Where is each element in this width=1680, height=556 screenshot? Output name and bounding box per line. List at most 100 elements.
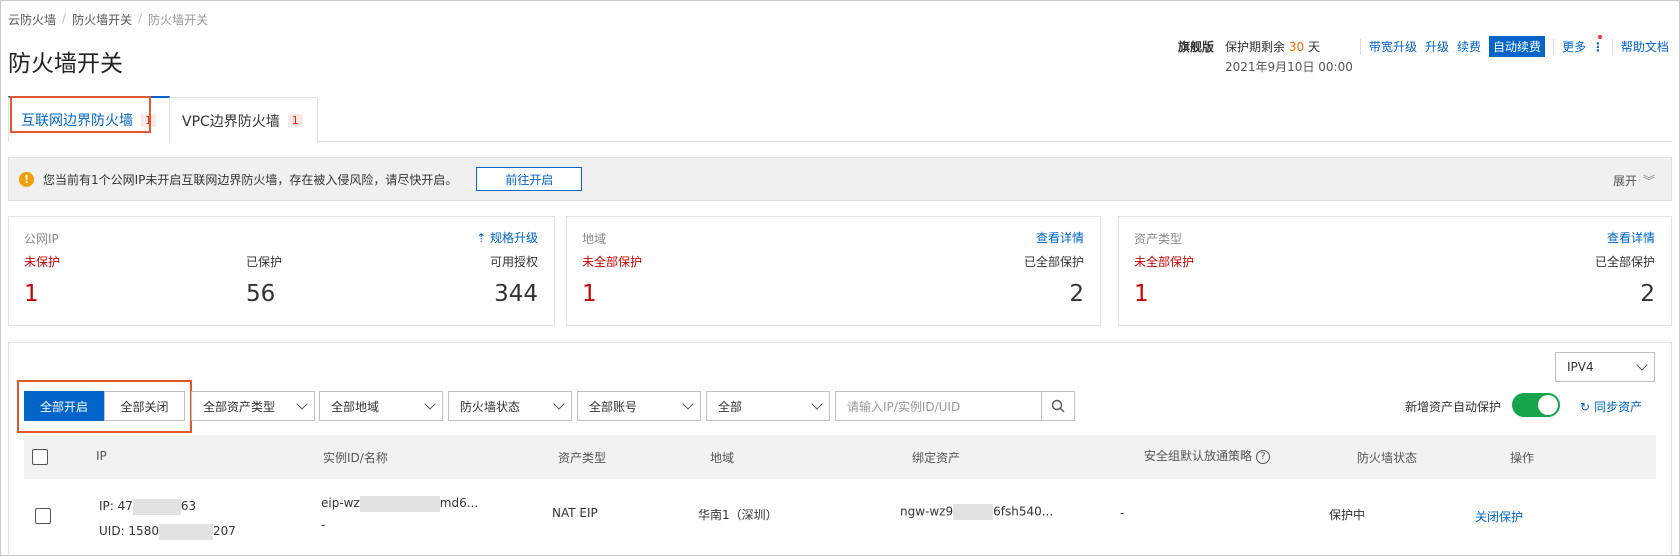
warning-notice: ! 您当前有1个公网IP未开启互联网边界防火墙，存在被入侵风险，请尽快开启。 前… [8, 157, 1672, 201]
sg-policy-label: 安全组默认放通策略 [1144, 449, 1253, 463]
tab-badge: 1 [287, 114, 303, 127]
spec-upgrade-label: 规格升级 [489, 231, 538, 245]
divider [1611, 38, 1613, 55]
col-sg-policy: 安全组默认放通策略? [1144, 447, 1271, 464]
col-bound-asset: 绑定资产 [912, 451, 961, 465]
divider [1553, 38, 1555, 55]
account-filter[interactable]: 全部账号 [577, 391, 701, 421]
filter-value: 全部账号 [589, 399, 638, 414]
enable-all-button[interactable]: 全部开启 [24, 391, 104, 421]
card-region: 地域 查看详情 未全部保护 1 已全部保护 2 [566, 216, 1101, 326]
help-doc-link[interactable]: 帮助文档 [1621, 38, 1669, 55]
uid-prefix: UID: 1580 [99, 524, 159, 538]
breadcrumb-separator: / [138, 11, 143, 25]
all-protected-count: 2 [1640, 281, 1655, 307]
toggle-knob [1538, 395, 1558, 415]
available-license-count: 344 [494, 281, 538, 307]
sync-label: 同步资产 [1594, 400, 1643, 414]
row-checkbox[interactable] [35, 508, 51, 524]
refresh-icon: ↻ [1580, 399, 1591, 414]
protect-days: 30 [1288, 40, 1305, 54]
not-all-protected-label: 未全部保护 [582, 255, 643, 269]
row-instance: eip-wz md6... - [321, 492, 478, 536]
masked-value [132, 498, 181, 515]
ip-suffix: 63 [180, 499, 197, 513]
card-title: 资产类型 [1134, 232, 1183, 246]
chevron-down-icon [424, 398, 436, 410]
instance-prefix: eip-wz [321, 496, 360, 510]
more-dots-icon: ⋮ [1591, 40, 1604, 54]
not-all-protected-count[interactable]: 1 [1134, 281, 1149, 307]
header-links: 带宽升级 升级 续费 自动续费 更多 ⋮ 帮助文档 [1360, 35, 1669, 57]
double-chevron-down-icon: ︾ [1642, 174, 1655, 188]
tab-vpc-firewall[interactable]: VPC边界防火墙 1 [170, 97, 318, 143]
bound-suffix: 6fsh540... [993, 504, 1054, 519]
breadcrumb-item-firewall[interactable]: 云防火墙 [8, 11, 56, 28]
ip-version-select[interactable]: IPV4 [1555, 352, 1655, 382]
not-all-protected-label: 未全部保护 [1134, 255, 1195, 269]
renew-link[interactable]: 续费 [1457, 38, 1481, 55]
view-details-link[interactable]: 查看详情 [1036, 229, 1084, 246]
search-field-select[interactable]: 全部 [706, 391, 830, 421]
chevron-down-icon [296, 398, 308, 410]
bandwidth-upgrade-link[interactable]: 带宽升级 [1369, 38, 1417, 55]
expand-toggle[interactable]: 展开 ︾ [1613, 172, 1655, 189]
disable-protection-link[interactable]: 关闭保护 [1475, 508, 1523, 525]
select-all-checkbox[interactable] [32, 449, 48, 465]
masked-value [359, 495, 440, 512]
help-icon[interactable]: ? [1256, 449, 1271, 464]
available-license-label: 可用授权 [489, 255, 538, 269]
all-protected-count: 2 [1069, 281, 1084, 307]
row-bound-asset: ngw-wz9 6fsh540... [900, 504, 1053, 520]
upload-icon: ⇡ [476, 231, 487, 245]
view-details-link[interactable]: 查看详情 [1607, 229, 1655, 246]
divider [1360, 38, 1361, 55]
row-firewall-status: 保护中 [1329, 508, 1366, 522]
auto-protect-toggle[interactable] [1512, 393, 1560, 417]
chevron-down-icon [553, 398, 565, 410]
breadcrumb-item-current: 防火墙开关 [148, 13, 209, 27]
card-title: 地域 [582, 232, 607, 246]
table-header: IP 实例ID/名称 资产类型 地域 绑定资产 安全组默认放通策略? 防火墙状态… [24, 435, 1656, 479]
breadcrumb-separator: / [62, 11, 67, 25]
expand-label: 展开 [1612, 174, 1637, 188]
card-asset-type: 资产类型 查看详情 未全部保护 1 已全部保护 2 [1118, 216, 1672, 326]
sync-assets-link[interactable]: ↻ 同步资产 [1580, 398, 1642, 415]
upgrade-link[interactable]: 升级 [1425, 38, 1449, 55]
tab-label: VPC边界防火墙 [182, 113, 280, 130]
go-enable-button[interactable]: 前往开启 [476, 167, 583, 191]
all-protected-label: 已全部保护 [1594, 255, 1655, 269]
col-firewall-status: 防火墙状态 [1357, 451, 1418, 465]
uid-suffix: 207 [212, 524, 236, 538]
row-region: 华南1（深圳） [698, 508, 778, 522]
unprotected-count[interactable]: 1 [24, 281, 39, 307]
region-filter[interactable]: 全部地域 [319, 391, 443, 421]
more-menu[interactable]: 更多 ⋮ [1562, 35, 1604, 55]
not-all-protected-count[interactable]: 1 [582, 281, 597, 307]
instance-name: - [321, 518, 326, 532]
table-row: IP: 47 63 UID: 1580 207 eip-wz md6... - NAT… [24, 480, 1656, 556]
firewall-status-filter[interactable]: 防火墙状态 [448, 391, 572, 421]
auto-renew-button[interactable]: 自动续费 [1489, 36, 1546, 57]
col-ip: IP [96, 449, 107, 463]
col-asset-type: 资产类型 [558, 451, 607, 465]
row-ip: IP: 47 63 UID: 1580 207 [99, 494, 236, 544]
protected-label: 已保护 [246, 255, 283, 269]
spec-upgrade-link[interactable]: ⇡ 规格升级 [476, 229, 538, 246]
breadcrumb-item-switch[interactable]: 防火墙开关 [72, 11, 132, 28]
filter-value: 防火墙状态 [460, 399, 521, 414]
search-input[interactable]: 请输入IP/实例ID/UID [835, 391, 1042, 421]
asset-type-filter[interactable]: 全部资产类型 [191, 391, 315, 421]
page-title: 防火墙开关 [8, 51, 123, 77]
col-action: 操作 [1510, 451, 1535, 465]
filter-value: 全部 [718, 399, 743, 414]
disable-all-button[interactable]: 全部关闭 [104, 391, 185, 421]
masked-value [953, 504, 994, 520]
chevron-down-icon [682, 398, 694, 410]
search-icon [1051, 399, 1065, 413]
breadcrumb: 云防火墙 / 防火墙开关 / 防火墙开关 [8, 11, 208, 28]
edition-label: 旗舰版 [1178, 40, 1215, 54]
highlight-box [10, 96, 151, 133]
search-button[interactable] [1042, 391, 1075, 421]
more-link[interactable]: 更多 [1562, 40, 1586, 54]
